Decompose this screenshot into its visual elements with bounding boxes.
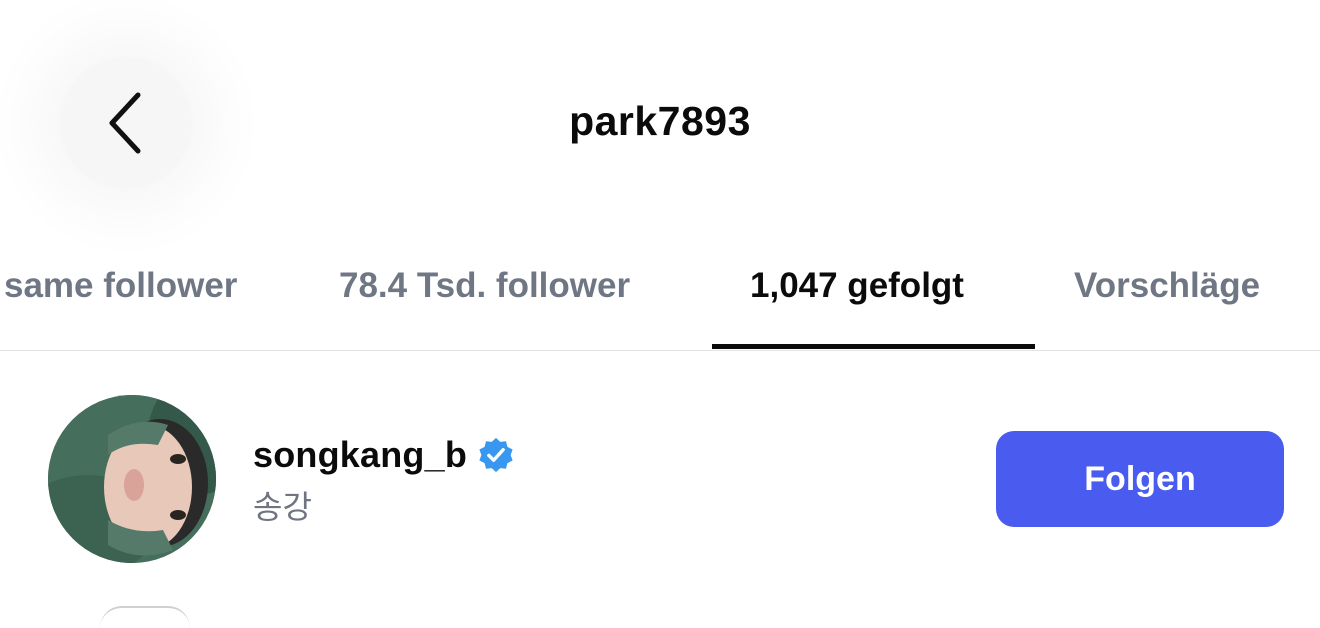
avatar[interactable] (48, 395, 216, 563)
verified-badge-icon (479, 437, 513, 473)
tab-bar: same follower 78.4 Tsd. follower 1,047 g… (0, 258, 1320, 350)
follow-button[interactable]: Folgen (996, 431, 1284, 527)
username-line: songkang_b (253, 434, 515, 476)
divider (0, 350, 1320, 351)
page-title: park7893 (569, 98, 751, 144)
tab-mutual-followers[interactable]: same follower (4, 266, 237, 306)
username[interactable]: songkang_b (253, 434, 467, 476)
avatar[interactable] (100, 606, 190, 628)
full-name: 송강 (253, 489, 312, 525)
active-tab-indicator (712, 344, 1035, 349)
tab-followers[interactable]: 78.4 Tsd. follower (339, 266, 630, 306)
tab-suggestions[interactable]: Vorschläge (1074, 266, 1260, 306)
tab-following[interactable]: 1,047 gefolgt (750, 266, 964, 306)
